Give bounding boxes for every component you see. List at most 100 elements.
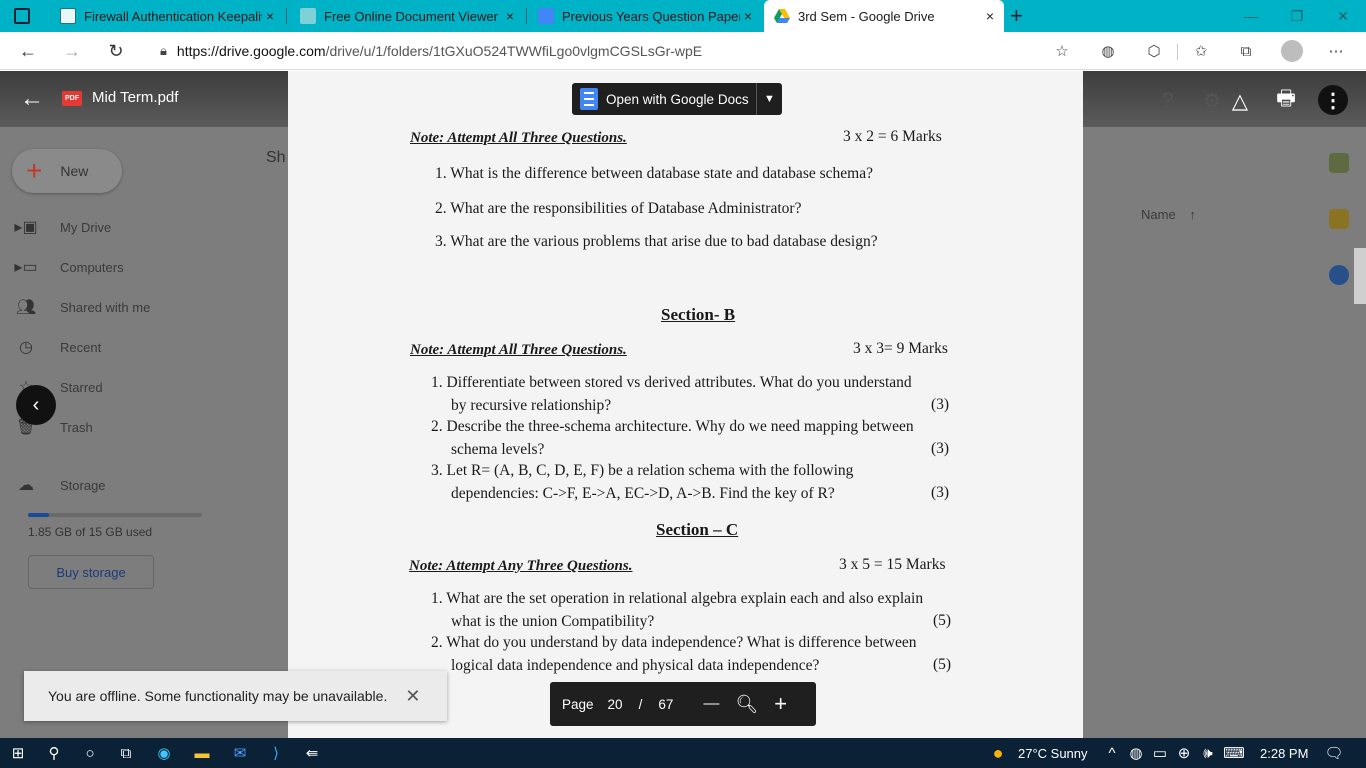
tasks-icon[interactable]: [1329, 265, 1349, 285]
lock-icon: 🔒︎: [160, 43, 167, 58]
dropdown-caret-icon[interactable]: ▼: [756, 83, 782, 115]
chevron-up-icon[interactable]: ^: [1102, 743, 1122, 763]
close-tab-icon[interactable]: ×: [982, 8, 998, 24]
section-b-heading: Section- B: [661, 305, 736, 324]
close-tab-icon[interactable]: ×: [262, 8, 278, 24]
weather-text[interactable]: 27°C Sunny: [1018, 746, 1088, 761]
restore-icon[interactable]: ❐: [1274, 0, 1320, 32]
open-with-google-docs-button[interactable]: Open with Google Docs ▼: [572, 83, 782, 115]
question-line: schema levels?: [451, 441, 545, 458]
tab-title: 3rd Sem - Google Drive: [798, 8, 935, 24]
tab-title: Previous Years Question Papers -: [562, 8, 740, 24]
pdf-page: Note: Attempt All Three Questions. 3 x 2…: [288, 71, 1083, 738]
tab-separator: [286, 8, 287, 24]
question-line: what is the union Compatibility?: [451, 613, 655, 630]
url-host: https://drive.google.com: [176, 43, 326, 59]
print-icon[interactable]: 🖶︎: [1272, 87, 1300, 115]
url-path: /drive/u/1/folders/1tGXuO524TWWfiLgo0vlg…: [325, 43, 703, 59]
edge-icon[interactable]: ◉: [154, 743, 174, 763]
toast-message: You are offline. Some functionality may …: [48, 688, 388, 704]
tab-document-viewer[interactable]: Free Online Document Viewer ×: [290, 0, 524, 32]
sidebar-item-computers[interactable]: ▸▭ Computers: [12, 257, 123, 277]
tab-actions-icon[interactable]: [14, 8, 30, 24]
add-to-drive-icon[interactable]: △: [1226, 87, 1254, 115]
extensions-icon[interactable]: ⬡: [1144, 41, 1164, 61]
question-line: dependencies: C->F, E->A, EC->D, A->B. F…: [451, 485, 835, 502]
task-view-icon[interactable]: ⧉: [116, 743, 136, 763]
shared-heading-fragment: Sh: [266, 149, 286, 166]
tab-question-papers[interactable]: Previous Years Question Papers - ×: [528, 0, 762, 32]
new-label: New: [60, 163, 89, 179]
question-points: (3): [931, 396, 950, 413]
sidebar-item-shared[interactable]: 👥︎ Shared with me: [12, 297, 150, 317]
arrow-up-icon: ↑: [1189, 207, 1196, 222]
scrollbar-thumb[interactable]: [1354, 248, 1366, 304]
meet-now-icon[interactable]: ◍: [1126, 743, 1146, 763]
network-icon[interactable]: ⊕: [1174, 743, 1194, 763]
tab-title: Firewall Authentication Keepalive: [84, 8, 262, 24]
battery-icon[interactable]: ▭: [1150, 743, 1170, 763]
page-separator: /: [638, 696, 643, 712]
collections-icon[interactable]: ⧉: [1236, 41, 1256, 61]
vscode-icon[interactable]: ⟩: [266, 743, 286, 763]
sort-by-name[interactable]: Name ↑: [1141, 207, 1196, 222]
question-line: 1. What are the set operation in relatio…: [431, 590, 924, 607]
current-page-input[interactable]: 20: [608, 697, 623, 712]
zoom-out-button[interactable]: —: [703, 695, 719, 713]
sidebar-item-recent[interactable]: ◷ Recent: [12, 337, 101, 357]
section-c-marks: 3 x 5 = 15 Marks: [839, 556, 946, 573]
keep-icon[interactable]: [1329, 209, 1349, 229]
buy-storage-button[interactable]: Buy storage: [28, 555, 154, 589]
cloud-icon: ☁: [18, 477, 34, 494]
windows-start-icon[interactable]: ⊞: [8, 743, 28, 763]
file-explorer-icon[interactable]: ▬: [192, 743, 212, 763]
sidebar-item-label: Trash: [60, 419, 93, 435]
favorite-add-icon[interactable]: ☆: [1052, 41, 1072, 61]
window-close-icon[interactable]: ✕: [1320, 0, 1366, 32]
favorites-icon[interactable]: ✩: [1191, 41, 1211, 61]
profile-avatar[interactable]: [1281, 40, 1303, 62]
url-field[interactable]: 🔒︎ https://drive.google.com/drive/u/1/fo…: [144, 36, 1084, 66]
cortana-icon[interactable]: ○: [80, 743, 100, 763]
more-actions-icon[interactable]: ⋮: [1318, 85, 1348, 115]
keyboard-icon[interactable]: ⌨: [1223, 743, 1245, 763]
document-icon: [538, 8, 554, 24]
volume-icon[interactable]: 🕪︎: [1198, 743, 1218, 763]
tab-google-drive[interactable]: 3rd Sem - Google Drive ×: [764, 0, 1004, 32]
google-drive-icon: [774, 8, 790, 24]
app-icon[interactable]: ⇚: [302, 743, 322, 763]
weather-icon[interactable]: ●: [988, 743, 1008, 763]
close-tab-icon[interactable]: ×: [740, 8, 756, 24]
forward-icon[interactable]: →: [58, 38, 86, 64]
question-line: 1. What is the difference between databa…: [435, 165, 873, 182]
question-line: 1. Differentiate between stored vs deriv…: [431, 374, 912, 391]
question-points: (5): [933, 612, 952, 629]
settings-more-icon[interactable]: ⋯: [1326, 41, 1346, 61]
minimize-icon[interactable]: —: [1228, 0, 1274, 32]
sidebar-item-storage[interactable]: ☁ Storage: [12, 475, 106, 495]
section-a-marks: 3 x 2 = 6 Marks: [843, 128, 942, 145]
new-tab-button[interactable]: +: [1010, 3, 1023, 29]
search-icon[interactable]: ⚲: [44, 743, 64, 763]
sidebar-item-label: Recent: [60, 339, 102, 355]
toast-close-icon[interactable]: ✕: [405, 686, 420, 707]
sidebar-item-label: Starred: [60, 379, 103, 395]
zoom-in-button[interactable]: +: [774, 691, 787, 717]
globe-extension-icon[interactable]: ◍: [1098, 41, 1118, 61]
storage-meter: [28, 513, 202, 517]
mail-icon[interactable]: ✉: [230, 743, 250, 763]
viewer-back-icon[interactable]: ←: [20, 85, 44, 113]
question-line: 2. What do you understand by data indepe…: [431, 634, 917, 651]
notifications-icon[interactable]: 🗨︎: [1324, 743, 1344, 763]
sidebar-item-my-drive[interactable]: ▸▣ My Drive: [12, 217, 111, 237]
previous-file-button[interactable]: ‹: [16, 385, 56, 425]
new-button[interactable]: + New: [12, 149, 122, 193]
calendar-icon[interactable]: [1329, 153, 1349, 173]
refresh-icon[interactable]: ↻: [102, 38, 130, 64]
close-tab-icon[interactable]: ×: [502, 8, 518, 24]
back-icon[interactable]: ←: [14, 38, 42, 64]
tab-firewall[interactable]: Firewall Authentication Keepalive ×: [50, 0, 284, 32]
question-line: 2. What are the responsibilities of Data…: [435, 200, 802, 217]
tab-title: Free Online Document Viewer: [324, 8, 498, 24]
clock-text[interactable]: 2:28 PM: [1260, 746, 1308, 761]
